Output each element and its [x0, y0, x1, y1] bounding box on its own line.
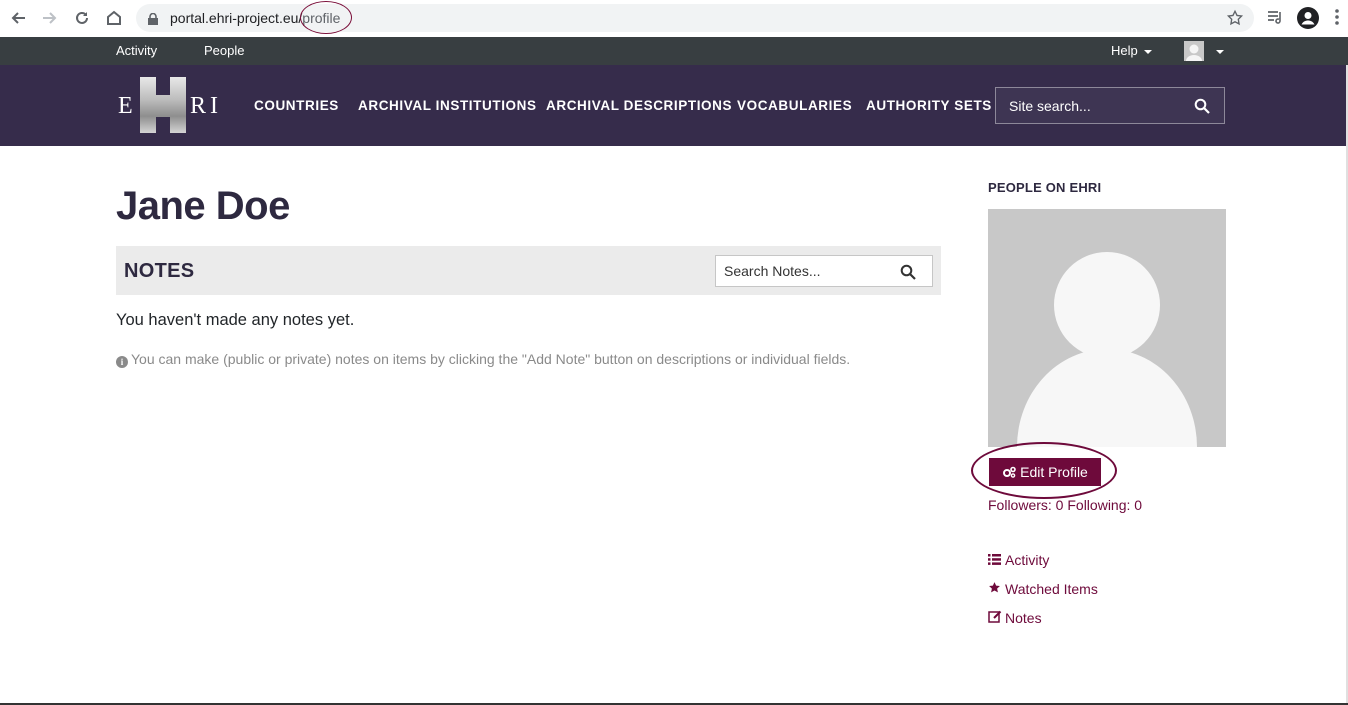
- logo-h-gap: [156, 117, 170, 133]
- site-search-input[interactable]: [996, 88, 1186, 123]
- edit-profile-highlight-circle: [971, 442, 1117, 499]
- ehri-logo[interactable]: E R I: [116, 77, 226, 133]
- home-icon[interactable]: [104, 8, 124, 28]
- browser-menu-icon[interactable]: [1334, 8, 1340, 31]
- nav-vocabularies[interactable]: VOCABULARIES: [737, 98, 852, 113]
- empty-notes-message: You haven't made any notes yet.: [116, 311, 355, 329]
- follow-counts[interactable]: Followers: 0 Following: 0: [988, 497, 1142, 513]
- search-icon[interactable]: [1194, 98, 1210, 119]
- sidebar-link-label: Notes: [1005, 610, 1042, 626]
- sidebar-link-label: Activity: [1005, 552, 1050, 568]
- topbar-activity-link[interactable]: Activity: [116, 43, 157, 58]
- nav-archival-descriptions[interactable]: ARCHIVAL DESCRIPTIONS: [546, 98, 732, 113]
- notes-heading: NOTES: [124, 260, 195, 282]
- nav-countries[interactable]: COUNTRIES: [254, 98, 339, 113]
- sidebar-link-notes[interactable]: Notes: [988, 610, 1042, 626]
- sidebar-link-watched-items[interactable]: Watched Items: [988, 581, 1098, 597]
- site-search: [995, 87, 1225, 124]
- nav-archival-institutions[interactable]: ARCHIVAL INSTITUTIONS: [358, 98, 537, 113]
- logo-h-gap: [156, 77, 170, 95]
- back-icon[interactable]: [8, 8, 28, 28]
- nav-authority-sets[interactable]: AUTHORITY SETS: [866, 98, 992, 113]
- info-icon: i: [116, 356, 128, 368]
- help-label: Help: [1111, 43, 1138, 58]
- main-navigation: E R I COUNTRIES ARCHIVAL INSTITUTIONS AR…: [0, 65, 1348, 146]
- chevron-down-icon: [1143, 49, 1152, 54]
- sidebar-title: PEOPLE ON EHRI: [988, 180, 1102, 195]
- account-icon[interactable]: [1297, 7, 1319, 34]
- profile-picture: [988, 209, 1226, 447]
- notes-header: NOTES: [116, 246, 941, 295]
- user-avatar[interactable]: [1184, 41, 1204, 61]
- url-highlight-circle: [300, 1, 352, 34]
- lock-icon: [148, 12, 158, 30]
- search-icon[interactable]: [900, 264, 916, 285]
- reload-icon[interactable]: [72, 8, 92, 28]
- logo-letter: E: [118, 93, 134, 119]
- top-bar: Activity People Help: [0, 37, 1348, 65]
- notes-search: [715, 255, 933, 287]
- logo-letter: R: [190, 93, 208, 119]
- sidebar-link-label: Watched Items: [1005, 581, 1098, 597]
- notes-hint: i You can make (public or private) notes …: [116, 351, 850, 368]
- notes-search-input[interactable]: [716, 256, 896, 286]
- bookmark-star-icon[interactable]: [1226, 9, 1244, 32]
- edit-note-icon: [988, 610, 1002, 626]
- star-icon: [988, 581, 1002, 597]
- sidebar-link-activity[interactable]: Activity: [988, 552, 1049, 568]
- reading-list-icon[interactable]: [1266, 8, 1284, 31]
- chevron-down-icon: [1216, 49, 1224, 54]
- hint-text: You can make (public or private) notes o…: [131, 351, 851, 367]
- forward-icon[interactable]: [40, 8, 60, 28]
- help-dropdown[interactable]: Help: [1111, 43, 1152, 58]
- logo-letter: I: [210, 93, 219, 119]
- topbar-people-link[interactable]: People: [204, 43, 244, 58]
- page-title: Jane Doe: [116, 184, 290, 228]
- user-menu-caret[interactable]: [1210, 43, 1224, 58]
- list-icon: [988, 552, 1002, 568]
- browser-chrome: portal.ehri-project.eu/profile: [0, 0, 1348, 37]
